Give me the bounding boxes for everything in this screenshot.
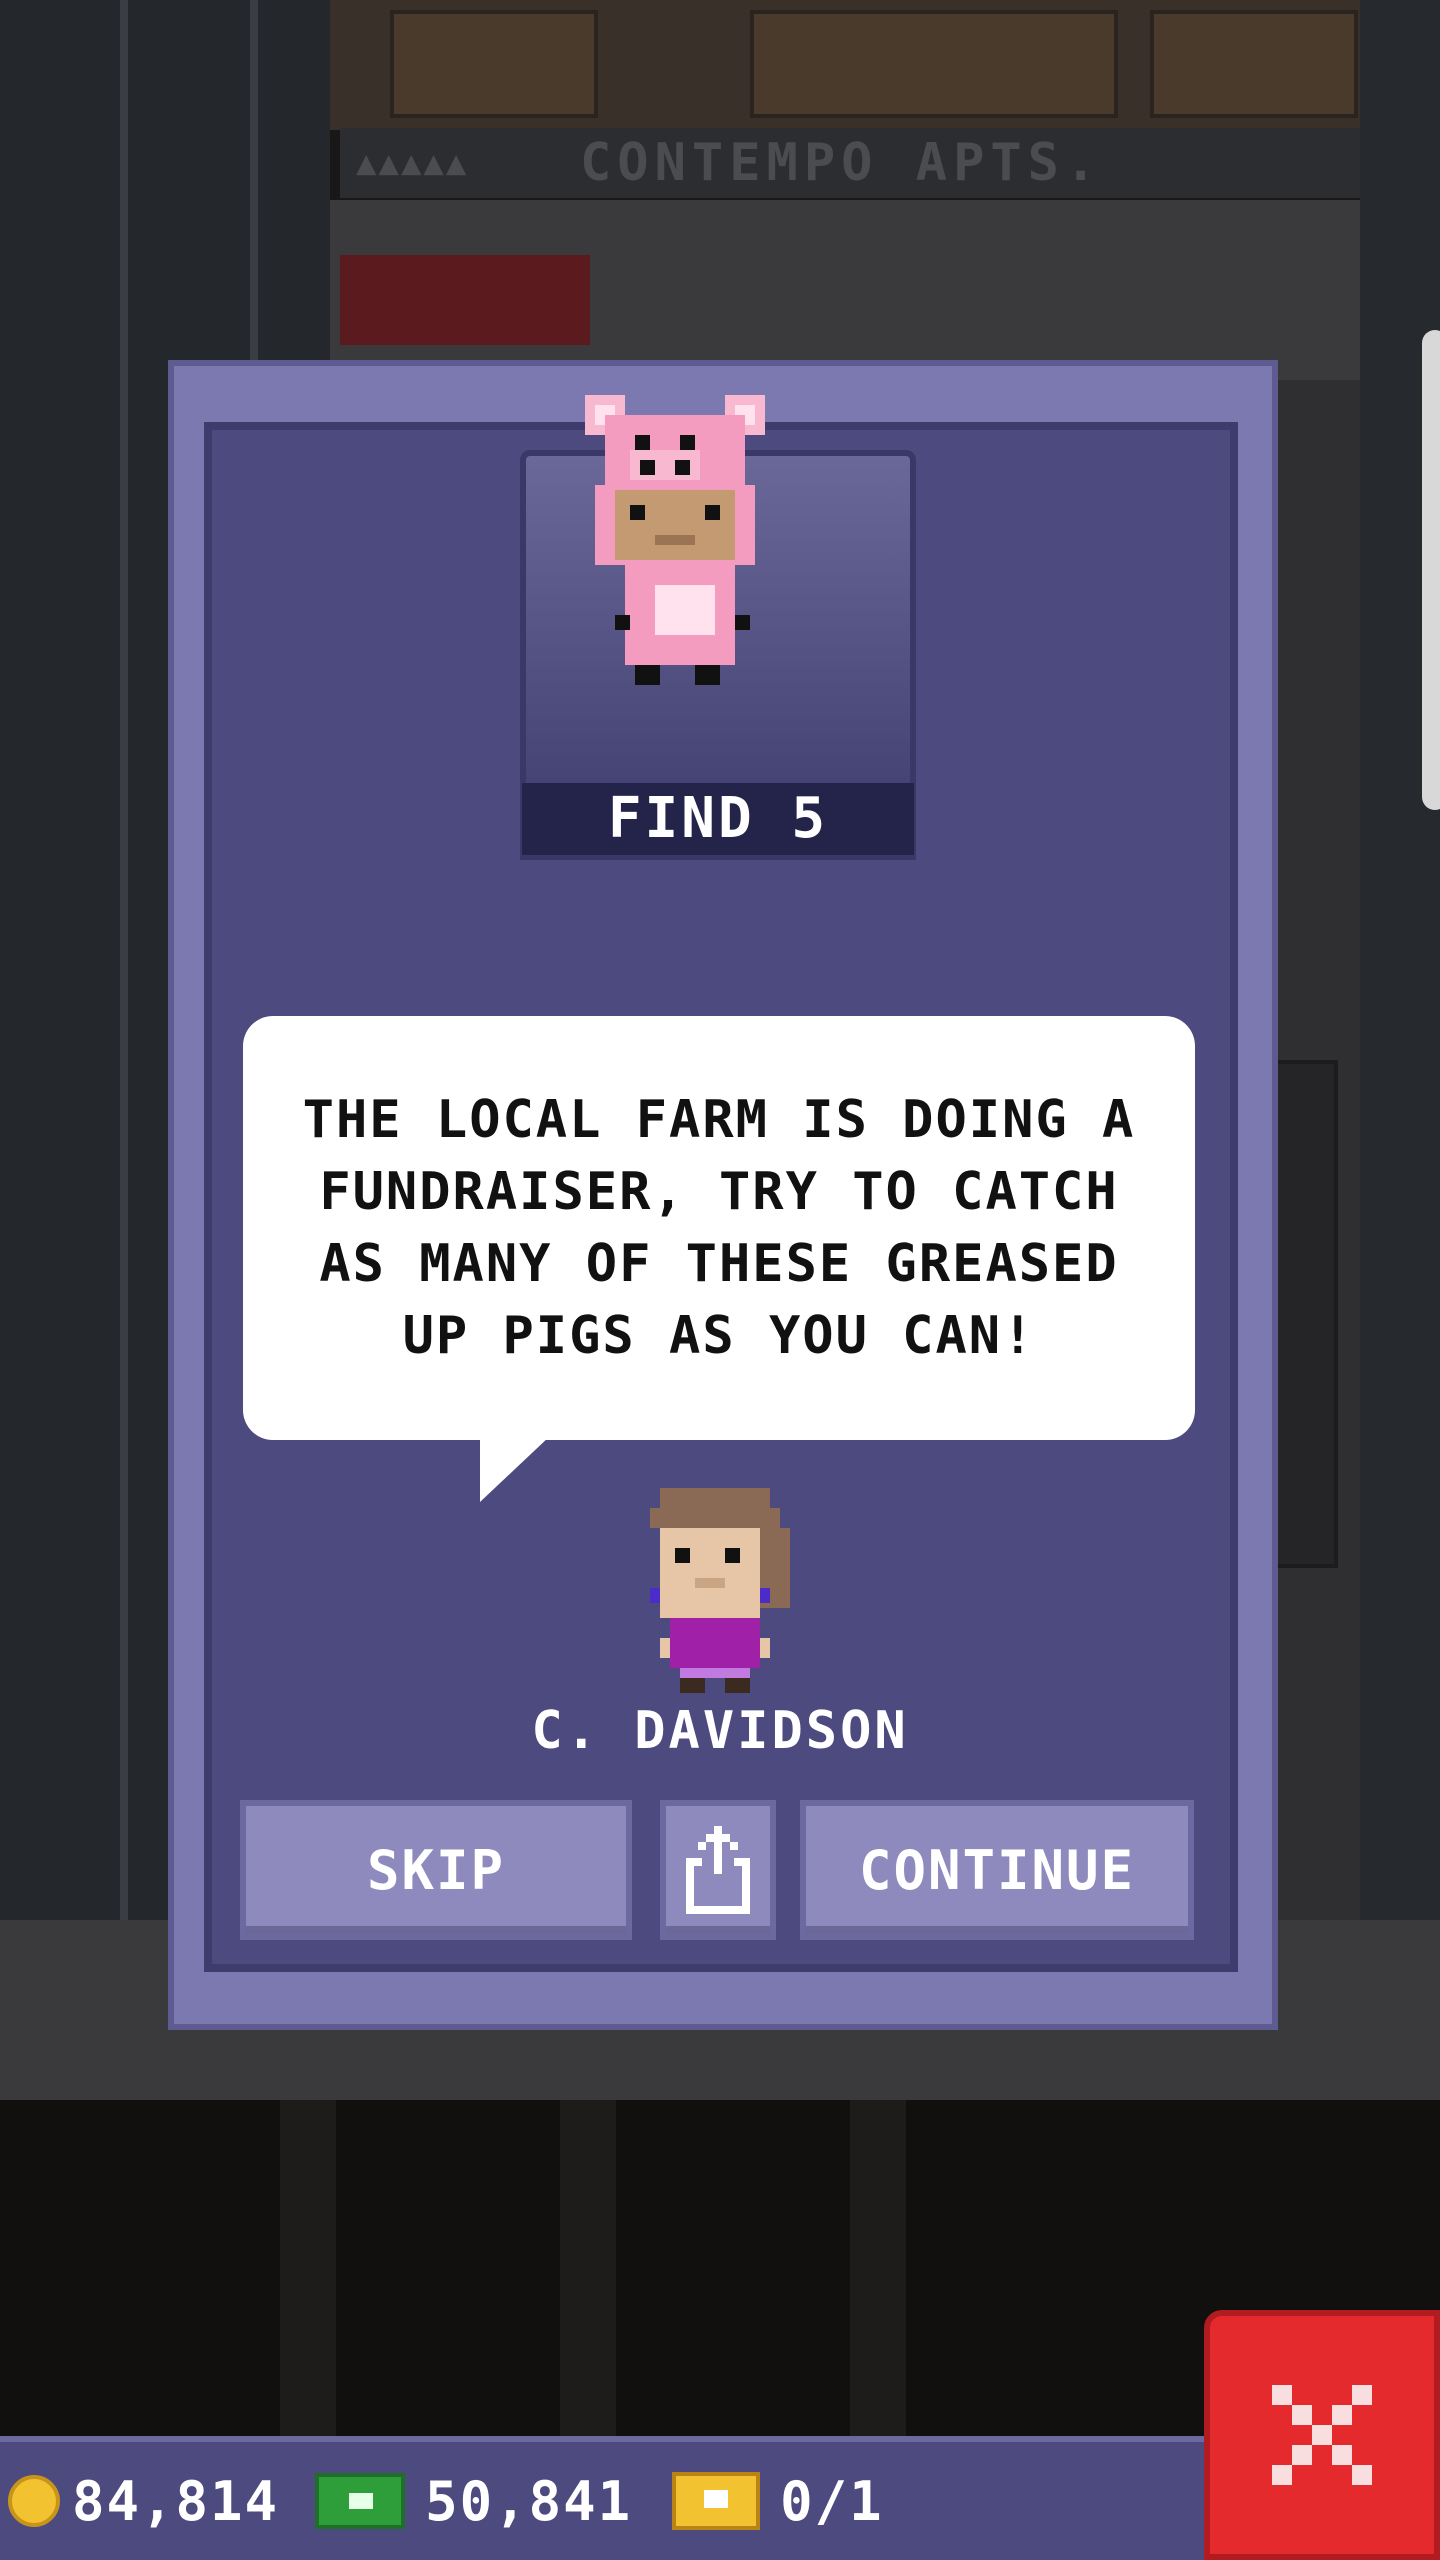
floor-decor: [340, 255, 590, 345]
coin-count: 84,814: [72, 2469, 280, 2533]
speaker-name: C. DAVIDSON: [531, 1701, 909, 1761]
close-button[interactable]: [1204, 2310, 1440, 2560]
basement-pillar: [850, 2100, 906, 2440]
find-count-label: FIND 5: [522, 783, 914, 855]
floor-sign: ▲▲▲▲▲ CONTEMPO APTS.: [340, 128, 1360, 198]
floor-sign-label: CONTEMPO APTS.: [580, 133, 1103, 193]
skip-button-label: SKIP: [366, 1838, 506, 1902]
building-edge: [1360, 0, 1440, 1930]
continue-button-label: CONTINUE: [858, 1838, 1136, 1902]
share-icon: [686, 1826, 750, 1914]
floor-sign-dots: ▲▲▲▲▲: [356, 143, 469, 183]
pig-costume-bitizen-icon: [585, 395, 765, 685]
close-icon: [1272, 2385, 1372, 2485]
currency-bar: 84,814 50,841 0/1: [0, 2436, 1220, 2560]
floor-top: [330, 0, 1360, 130]
skip-button[interactable]: SKIP: [240, 1800, 632, 1940]
speech-bubble-tail: [480, 1436, 550, 1502]
basement-pillar: [560, 2100, 616, 2440]
side-pull-tab[interactable]: [1422, 330, 1440, 810]
bux-count: 50,841: [425, 2469, 633, 2533]
bitizen-avatar-icon: [650, 1488, 790, 1693]
mission-message: THE LOCAL FARM IS DOING A FUNDRAISER, TR…: [302, 1090, 1136, 1366]
coin-icon: [8, 2475, 60, 2527]
speech-bubble: THE LOCAL FARM IS DOING A FUNDRAISER, TR…: [243, 1016, 1195, 1440]
ticket-icon: [672, 2472, 761, 2530]
share-button[interactable]: [660, 1800, 776, 1940]
continue-button[interactable]: CONTINUE: [800, 1800, 1194, 1940]
ticket-count: 0/1: [780, 2469, 884, 2533]
basement-pillar: [280, 2100, 336, 2440]
cash-icon: [315, 2473, 406, 2529]
